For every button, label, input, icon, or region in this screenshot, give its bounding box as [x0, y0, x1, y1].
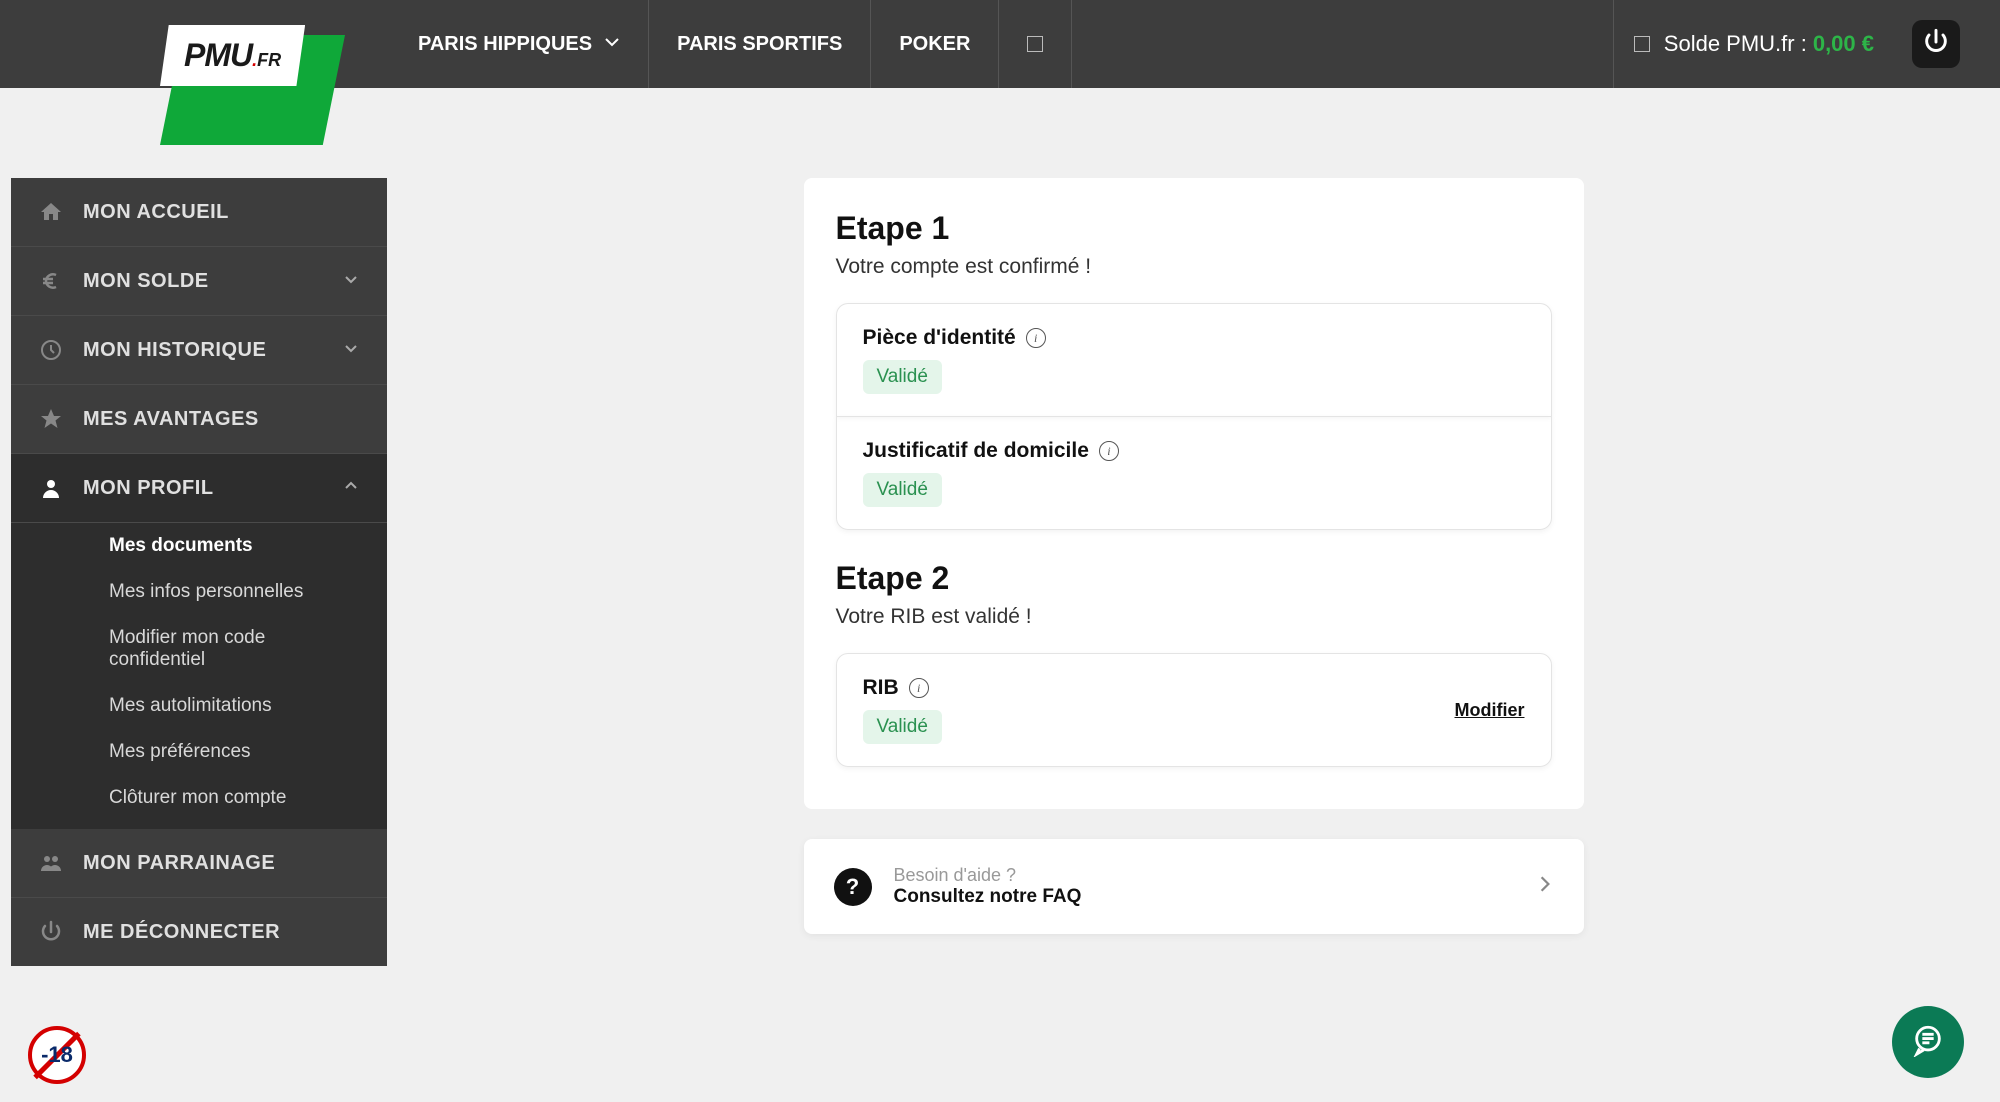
star-icon [39, 407, 83, 431]
status-badge: Validé [863, 710, 942, 744]
chevron-down-icon [604, 33, 620, 56]
home-icon [39, 200, 83, 224]
age-restriction-badge: -18 [28, 1026, 86, 1084]
sidebar-label: MON SOLDE [83, 270, 209, 293]
doc-rib-card: RIB i Validé Modifier [836, 653, 1552, 767]
doc-title-text: Justificatif de domicile [863, 439, 1089, 463]
status-badge: Validé [863, 473, 942, 507]
sidebar-sub-cloturer[interactable]: Clôturer mon compte [11, 775, 387, 829]
chevron-down-icon [343, 271, 359, 292]
sidebar-label: MON ACCUEIL [83, 201, 229, 224]
doc-domicile-card: Justificatif de domicile i Validé [836, 416, 1552, 530]
power-icon [1922, 28, 1950, 61]
step2-title: Etape 2 [836, 560, 1552, 597]
user-icon [39, 476, 83, 500]
info-icon[interactable]: i [1026, 328, 1046, 348]
step1-title: Etape 1 [836, 210, 1552, 247]
sidebar-sub-documents[interactable]: Mes documents [11, 523, 387, 569]
sidebar-item-accueil[interactable]: MON ACCUEIL [11, 178, 387, 247]
sidebar-item-avantages[interactable]: MES AVANTAGES [11, 385, 387, 454]
info-icon[interactable]: i [1099, 441, 1119, 461]
square-icon [1634, 36, 1650, 52]
age-text: -18 [41, 1042, 73, 1068]
step2-subtitle: Votre RIB est validé ! [836, 605, 1552, 629]
nav-poker[interactable]: POKER [871, 0, 999, 88]
chevron-right-icon [1536, 875, 1554, 898]
sidebar-sub-code[interactable]: Modifier mon code confidentiel [11, 615, 387, 683]
chat-icon [1911, 1023, 1945, 1062]
power-icon [39, 920, 83, 944]
sidebar-sub-preferences[interactable]: Mes préférences [11, 729, 387, 775]
sidebar-sub-infos[interactable]: Mes infos personnelles [11, 569, 387, 615]
sidebar-item-historique[interactable]: MON HISTORIQUE [11, 316, 387, 385]
chevron-up-icon [343, 478, 359, 499]
faq-card[interactable]: ? Besoin d'aide ? Consultez notre FAQ [804, 839, 1584, 934]
sidebar-label: ME DÉCONNECTER [83, 921, 280, 944]
sidebar-label: MON PROFIL [83, 477, 214, 500]
sidebar-label: MES AVANTAGES [83, 408, 259, 431]
doc-title-text: RIB [863, 676, 899, 700]
nav-paris-hippiques[interactable]: PARIS HIPPIQUES [390, 0, 649, 88]
sidebar-item-deconnecter[interactable]: ME DÉCONNECTER [11, 898, 387, 966]
sidebar-item-profil[interactable]: MON PROFIL [11, 454, 387, 523]
sidebar-submenu-profil: Mes documents Mes infos personnelles Mod… [11, 523, 387, 829]
chevron-down-icon [343, 340, 359, 361]
sidebar: MON ACCUEIL MON SOLDE MON HISTORIQUE [11, 178, 387, 966]
logo[interactable]: PMU.FR [160, 25, 305, 86]
logout-button[interactable] [1912, 20, 1960, 68]
sidebar-label: MON PARRAINAGE [83, 852, 275, 875]
balance-amount: 0,00 € [1813, 31, 1874, 57]
sidebar-sub-autolimitations[interactable]: Mes autolimitations [11, 683, 387, 729]
balance-display[interactable]: Solde PMU.fr : 0,00 € [1613, 0, 1894, 88]
nav-extra[interactable] [999, 0, 1072, 88]
info-icon[interactable]: i [909, 678, 929, 698]
faq-line1: Besoin d'aide ? [894, 865, 1082, 886]
modify-rib-link[interactable]: Modifier [1455, 700, 1525, 721]
nav-paris-sportifs[interactable]: PARIS SPORTIFS [649, 0, 871, 88]
clock-icon [39, 338, 83, 362]
logo-main-text: PMU [184, 37, 252, 73]
euro-icon [39, 269, 83, 293]
nav-label: PARIS HIPPIQUES [418, 33, 592, 56]
top-navigation-bar: PMU.FR PARIS HIPPIQUES PARIS SPORTIFS PO… [0, 0, 2000, 88]
chat-button[interactable] [1892, 1006, 1964, 1078]
sidebar-item-parrainage[interactable]: MON PARRAINAGE [11, 829, 387, 898]
sidebar-item-solde[interactable]: MON SOLDE [11, 247, 387, 316]
faq-line2: Consultez notre FAQ [894, 886, 1082, 908]
square-icon [1027, 36, 1043, 52]
sidebar-label: MON HISTORIQUE [83, 339, 266, 362]
nav-label: PARIS SPORTIFS [677, 33, 842, 56]
doc-title-text: Pièce d'identité [863, 326, 1016, 350]
doc-identity-card: Pièce d'identité i Validé [836, 303, 1552, 416]
documents-card: Etape 1 Votre compte est confirmé ! Pièc… [804, 178, 1584, 809]
nav-label: POKER [899, 33, 970, 56]
balance-label: Solde PMU.fr : [1664, 31, 1807, 57]
status-badge: Validé [863, 360, 942, 394]
users-icon [39, 851, 83, 875]
step1-subtitle: Votre compte est confirmé ! [836, 255, 1552, 279]
question-icon: ? [834, 868, 872, 906]
